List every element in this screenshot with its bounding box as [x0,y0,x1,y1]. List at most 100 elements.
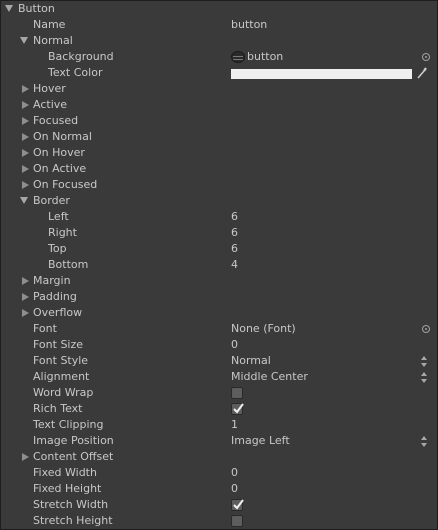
margin-foldout[interactable]: Margin [1,273,437,289]
foldout-collapsed-icon[interactable] [22,277,29,285]
background-field[interactable]: button [247,49,283,65]
font-style-label: Font Style [33,354,89,367]
border-top-field[interactable]: 6 [231,241,238,257]
foldout-collapsed-icon[interactable] [22,309,29,317]
state-foldout-on-focused[interactable]: On Focused [1,177,437,193]
fixed-width-row: Fixed Width 0 [1,465,437,481]
background-label: Background [48,50,114,63]
border-bottom-row: Bottom 4 [1,257,437,273]
word-wrap-label: Word Wrap [33,386,94,399]
word-wrap-checkbox[interactable] [231,387,243,399]
state-foldout-label: On Active [33,162,87,175]
text-clipping-label: Text Clipping [33,418,104,431]
dropdown-arrows-icon[interactable] [421,372,427,383]
font-size-field[interactable]: 0 [231,337,238,353]
image-position-label: Image Position [33,434,114,447]
background-row: Background button [1,49,437,65]
fixed-height-field[interactable]: 0 [231,481,238,497]
border-bottom-field[interactable]: 4 [231,257,238,273]
alignment-dropdown[interactable]: Middle Center [231,369,308,385]
inspector-panel: Button Name button Normal Background but… [0,0,438,530]
dropdown-arrows-icon[interactable] [421,436,427,447]
text-color-row: Text Color [1,65,437,81]
dropdown-arrows-icon[interactable] [421,356,427,367]
border-right-field[interactable]: 6 [231,225,238,241]
normal-foldout[interactable]: Normal [1,33,437,49]
stretch-height-row: Stretch Height [1,513,437,529]
state-foldout-label: On Normal [33,130,92,143]
state-foldout-label: On Focused [33,178,98,191]
foldout-collapsed-icon[interactable] [22,293,29,301]
font-size-label: Font Size [33,338,84,351]
state-foldout-on-active[interactable]: On Active [1,161,437,177]
name-field[interactable]: button [231,17,267,33]
state-foldout-active[interactable]: Active [1,97,437,113]
texture-icon [231,51,245,63]
border-right-row: Right 6 [1,225,437,241]
border-foldout-label: Border [33,194,70,207]
stretch-height-checkbox[interactable] [231,515,243,527]
font-row: Font None (Font) [1,321,437,337]
image-position-row: Image Position Image Left [1,433,437,449]
object-picker-icon[interactable] [422,53,430,61]
foldout-collapsed-icon[interactable] [22,149,29,157]
font-style-row: Font Style Normal [1,353,437,369]
alignment-label: Alignment [33,370,90,383]
border-top-label: Top [48,242,67,255]
state-foldout-on-hover[interactable]: On Hover [1,145,437,161]
content-offset-foldout[interactable]: Content Offset [1,449,437,465]
stretch-height-label: Stretch Height [33,514,113,527]
state-foldout-label: Active [33,98,68,111]
image-position-dropdown[interactable]: Image Left [231,433,290,449]
state-foldout-hover[interactable]: Hover [1,81,437,97]
state-foldout-label: Hover [33,82,66,95]
foldout-expanded-icon[interactable] [5,5,13,12]
stretch-width-label: Stretch Width [33,498,109,511]
font-field[interactable]: None (Font) [231,321,296,337]
overflow-foldout[interactable]: Overflow [1,305,437,321]
border-bottom-label: Bottom [48,258,89,271]
button-foldout[interactable]: Button [1,1,437,17]
button-foldout-label: Button [18,2,55,15]
state-foldout-on-normal[interactable]: On Normal [1,129,437,145]
state-foldout-label: Focused [33,114,79,127]
object-picker-icon[interactable] [422,325,430,333]
border-foldout[interactable]: Border [1,193,437,209]
text-clipping-field[interactable]: 1 [231,417,238,433]
foldout-collapsed-icon[interactable] [22,117,29,125]
rich-text-row: Rich Text [1,401,437,417]
foldout-collapsed-icon[interactable] [22,453,29,461]
border-left-label: Left [48,210,69,223]
foldout-collapsed-icon[interactable] [22,101,29,109]
stretch-width-row: Stretch Width [1,497,437,513]
border-left-field[interactable]: 6 [231,209,238,225]
foldout-collapsed-icon[interactable] [22,133,29,141]
foldout-collapsed-icon[interactable] [22,165,29,173]
foldout-expanded-icon[interactable] [20,197,28,204]
checkmark-icon [233,403,244,414]
state-foldout-focused[interactable]: Focused [1,113,437,129]
name-row: Name button [1,17,437,33]
name-label: Name [33,18,66,31]
fixed-height-row: Fixed Height 0 [1,481,437,497]
font-size-row: Font Size 0 [1,337,437,353]
padding-foldout[interactable]: Padding [1,289,437,305]
fixed-height-label: Fixed Height [33,482,102,495]
text-color-swatch[interactable] [231,69,412,79]
eyedropper-icon[interactable] [416,66,428,80]
alignment-row: Alignment Middle Center [1,369,437,385]
rich-text-checkbox[interactable] [231,403,244,415]
fixed-width-label: Fixed Width [33,466,97,479]
normal-foldout-label: Normal [33,34,73,47]
padding-foldout-label: Padding [33,290,77,303]
margin-foldout-label: Margin [33,274,71,287]
fixed-width-field[interactable]: 0 [231,465,238,481]
foldout-collapsed-icon[interactable] [22,85,29,93]
foldout-collapsed-icon[interactable] [22,181,29,189]
stretch-width-checkbox[interactable] [231,499,244,511]
font-style-dropdown[interactable]: Normal [231,353,271,369]
foldout-expanded-icon[interactable] [20,37,28,44]
text-clipping-row: Text Clipping 1 [1,417,437,433]
rich-text-label: Rich Text [33,402,83,415]
checkmark-icon [233,499,244,510]
